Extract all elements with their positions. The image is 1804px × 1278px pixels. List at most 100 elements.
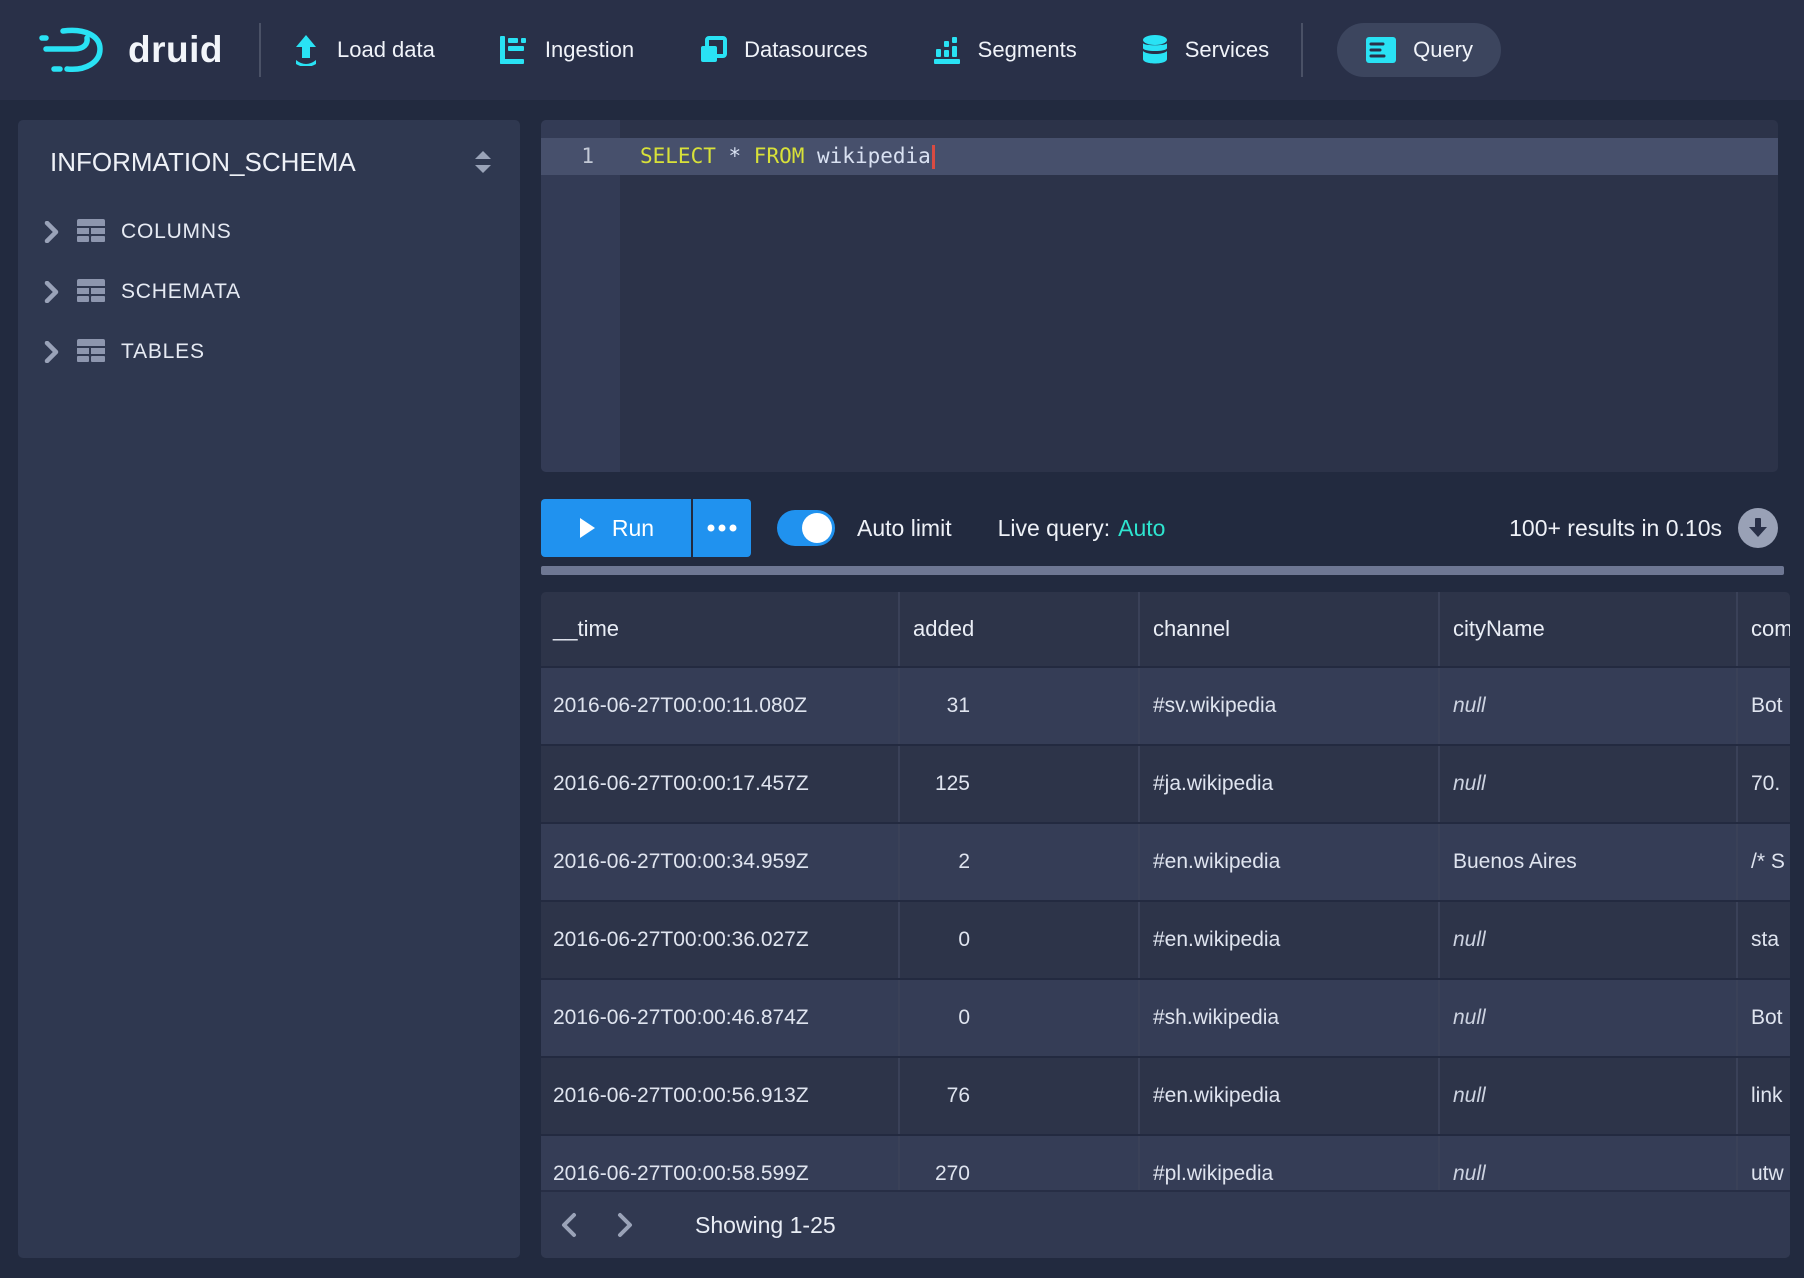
double-caret-vertical-icon[interactable] (472, 149, 494, 175)
live-query-label: Live query: (998, 515, 1111, 541)
table-cell[interactable]: #sh.wikipedia (1140, 980, 1440, 1056)
nav-item-segments[interactable]: Segments (932, 35, 1077, 65)
table-cell[interactable]: 2016-06-27T00:00:56.913Z (541, 1058, 900, 1134)
table-cell[interactable]: Bot (1738, 668, 1790, 744)
table-cell[interactable]: 2 (900, 824, 1140, 900)
table-cell[interactable]: Buenos Aires (1440, 824, 1738, 900)
table-cell[interactable]: 70. (1738, 746, 1790, 822)
table-cell[interactable]: 76 (900, 1058, 1140, 1134)
table-row: 2016-06-27T00:00:11.080Z31#sv.wikipedian… (541, 666, 1790, 744)
more-icon (707, 524, 737, 532)
nav-item-label: Services (1185, 37, 1269, 63)
toggle-knob (802, 513, 832, 543)
table-row: 2016-06-27T00:00:17.457Z125#ja.wikipedia… (541, 744, 1790, 822)
table-cell[interactable]: 2016-06-27T00:00:46.874Z (541, 980, 900, 1056)
auto-limit-toggle[interactable] (777, 510, 835, 546)
column-header-cityname[interactable]: cityName (1440, 592, 1738, 666)
auto-limit-control: Auto limit (777, 510, 952, 546)
previous-page-button[interactable] (541, 1191, 597, 1258)
download-icon (1748, 517, 1768, 539)
table-cell[interactable]: 0 (900, 980, 1140, 1056)
next-page-button[interactable] (597, 1191, 653, 1258)
table-cell[interactable]: link (1738, 1058, 1790, 1134)
table-cell[interactable]: #ja.wikipedia (1140, 746, 1440, 822)
table-cell[interactable]: #en.wikipedia (1140, 824, 1440, 900)
schema-title: INFORMATION_SCHEMA (50, 147, 356, 178)
sql-query-text[interactable]: SELECT * FROM wikipedia (640, 138, 935, 175)
sidebar-header: INFORMATION_SCHEMA (18, 144, 520, 180)
nav-item-load-data[interactable]: Load data (291, 34, 435, 66)
druid-console: druid Load data Ingestion Datasources Segme… (0, 0, 1804, 1278)
query-editor[interactable]: 1 SELECT * FROM wikipedia (541, 120, 1778, 472)
table-row: 2016-06-27T00:00:36.027Z0#en.wikipedianu… (541, 900, 1790, 978)
sidebar-item-schemata[interactable]: SCHEMATA (18, 262, 520, 322)
auto-limit-label: Auto limit (857, 515, 952, 542)
chevron-right-icon (616, 1212, 634, 1238)
table-cell[interactable]: 31 (900, 668, 1140, 744)
sidebar-item-tables[interactable]: TABLES (18, 322, 520, 382)
table-cell[interactable]: sta (1738, 902, 1790, 978)
column-header-time[interactable]: __time (541, 592, 900, 666)
table-row: 2016-06-27T00:00:56.913Z76#en.wikipedian… (541, 1056, 1790, 1134)
brand-name: druid (128, 29, 223, 71)
table-cell[interactable]: null (1440, 1058, 1738, 1134)
results-header-row: __timeaddedchannelcityNamecomment (541, 592, 1790, 666)
segments-icon (932, 35, 962, 65)
navbar: druid Load data Ingestion Datasources Segme… (0, 0, 1804, 100)
chevron-right-icon[interactable] (44, 281, 60, 303)
nav-item-ingestion[interactable]: Ingestion (499, 35, 634, 65)
pagination-bar: Showing 1-25 (541, 1190, 1790, 1258)
chevron-right-icon[interactable] (44, 221, 60, 243)
chevron-right-icon[interactable] (44, 341, 60, 363)
sql-token: SELECT (640, 144, 716, 168)
nav-item-datasources[interactable]: Datasources (698, 35, 868, 65)
sidebar-item-label: TABLES (121, 340, 205, 364)
table-cell[interactable]: 2016-06-27T00:00:34.959Z (541, 824, 900, 900)
nav-item-services[interactable]: Services (1141, 34, 1269, 66)
sql-token: * (716, 144, 754, 168)
table-cell[interactable]: null (1440, 902, 1738, 978)
navbar-items: Load data Ingestion Datasources Segments Ser… (291, 34, 1269, 66)
column-header-added[interactable]: added (900, 592, 1140, 666)
table-cell[interactable]: 2016-06-27T00:00:17.457Z (541, 746, 900, 822)
run-button[interactable]: Run (541, 499, 691, 557)
table-cell[interactable]: 2016-06-27T00:00:11.080Z (541, 668, 900, 744)
table-cell[interactable]: 0 (900, 902, 1140, 978)
table-cell[interactable]: #en.wikipedia (1140, 1058, 1440, 1134)
table-cell[interactable]: 125 (900, 746, 1140, 822)
table-cell[interactable]: Bot (1738, 980, 1790, 1056)
schema-sidebar: INFORMATION_SCHEMA COLUMNSSCHEMATA TABLES (18, 120, 520, 1258)
ingestion-icon (499, 35, 529, 65)
column-header-comment[interactable]: comment (1738, 592, 1790, 666)
table-cell[interactable]: null (1440, 980, 1738, 1056)
table-cell[interactable]: #en.wikipedia (1140, 902, 1440, 978)
table-cell[interactable]: 2016-06-27T00:00:36.027Z (541, 902, 900, 978)
table-cell[interactable]: #sv.wikipedia (1140, 668, 1440, 744)
nav-item-label: Segments (978, 37, 1077, 63)
sql-token: wikipedia (804, 144, 930, 168)
services-icon (1141, 34, 1169, 66)
table-cell[interactable]: null (1440, 746, 1738, 822)
table-cell[interactable]: null (1440, 668, 1738, 744)
schema-tree: COLUMNSSCHEMATA TABLES (18, 202, 520, 382)
live-query-control: Live query: Auto (998, 515, 1166, 542)
more-options-button[interactable] (693, 499, 751, 557)
text-cursor (932, 145, 935, 169)
table-icon (77, 279, 105, 305)
run-button-label: Run (612, 515, 654, 542)
druid-brand[interactable]: druid (38, 24, 223, 76)
download-button[interactable] (1738, 508, 1778, 548)
live-query-value-link[interactable]: Auto (1118, 515, 1165, 541)
play-icon (578, 517, 596, 539)
sidebar-item-columns[interactable]: COLUMNS (18, 202, 520, 262)
nav-item-query[interactable]: Query (1337, 23, 1501, 77)
chevron-left-icon (560, 1212, 578, 1238)
table-cell[interactable]: /* S (1738, 824, 1790, 900)
horizontal-scrollbar[interactable] (541, 566, 1784, 575)
navbar-separator (259, 23, 261, 77)
druid-logo-icon (38, 24, 112, 76)
column-header-channel[interactable]: channel (1140, 592, 1440, 666)
results-table: __timeaddedchannelcityNamecomment 2016-0… (541, 592, 1790, 1258)
run-button-group: Run (541, 499, 751, 557)
table-row: 2016-06-27T00:00:46.874Z0#sh.wikipedianu… (541, 978, 1790, 1056)
